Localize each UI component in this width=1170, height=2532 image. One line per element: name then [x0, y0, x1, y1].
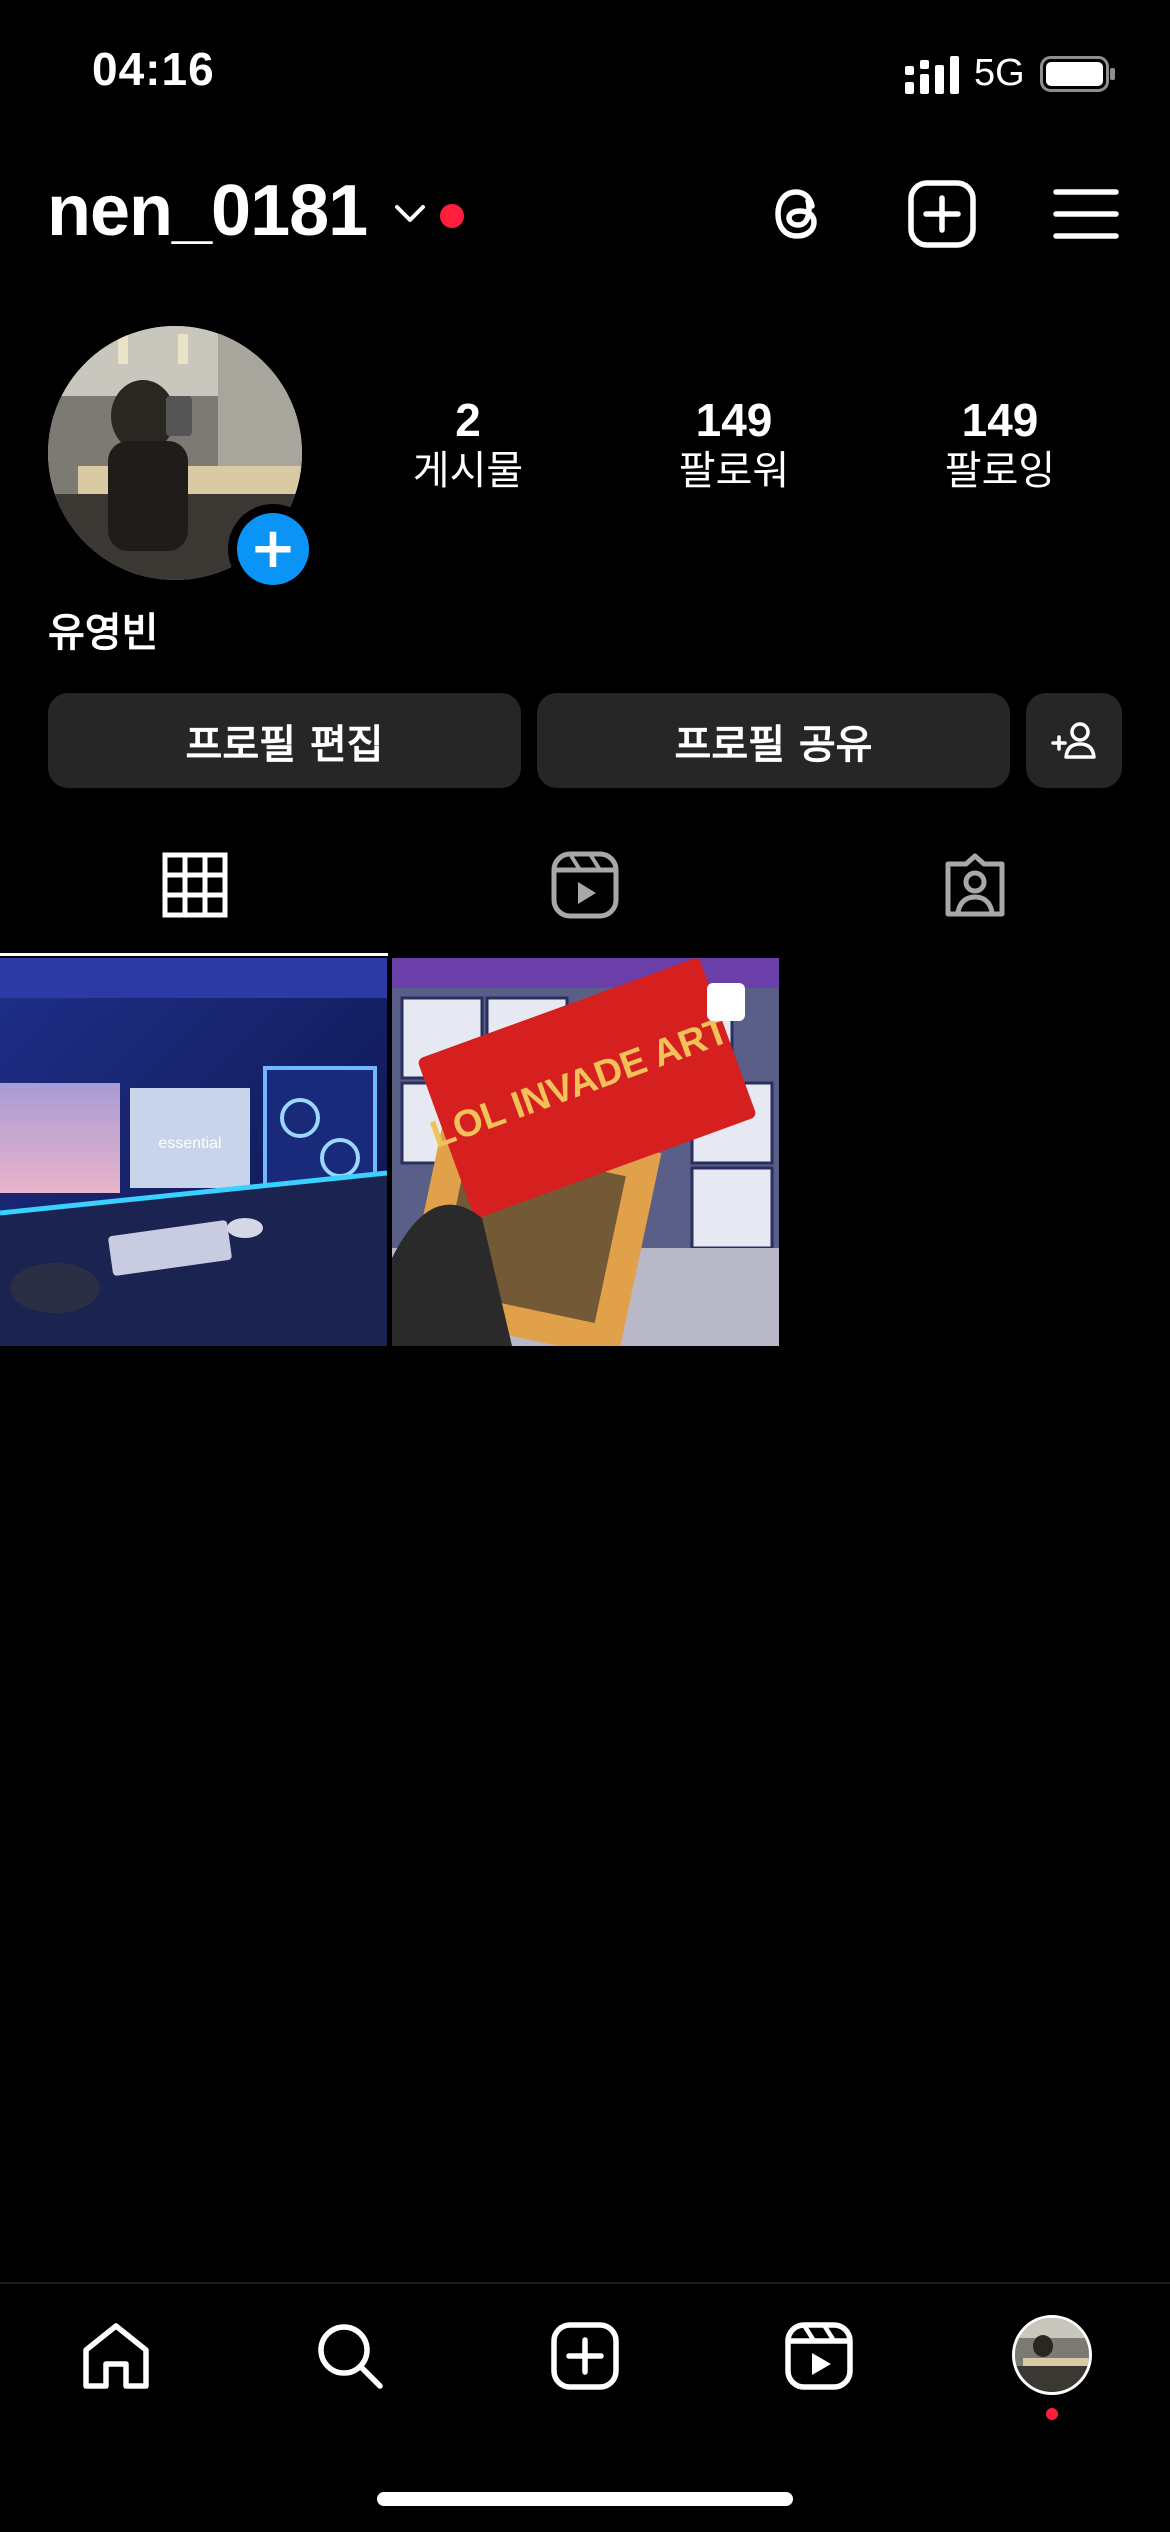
profile-avatar[interactable] — [1012, 2315, 1092, 2395]
signal-icon — [905, 56, 959, 94]
network-type: 5G — [974, 52, 1025, 94]
reels-tab-icon[interactable] — [550, 850, 620, 920]
home-indicator[interactable] — [377, 2492, 793, 2506]
add-story-button[interactable]: + — [228, 504, 318, 594]
threads-icon[interactable] — [760, 176, 836, 252]
battery-icon — [1040, 56, 1115, 92]
stat-posts[interactable]: 2 게시물 — [358, 395, 578, 496]
post-image-text: essential — [158, 1135, 221, 1152]
stat-following[interactable]: 149 팔로잉 — [890, 395, 1110, 496]
username-title[interactable]: nen_0181 — [47, 170, 368, 252]
notification-dot — [1046, 2408, 1058, 2420]
post-thumbnail[interactable]: LOL INVADE ART — [392, 958, 779, 1346]
tagged-icon[interactable] — [940, 850, 1010, 920]
carousel-indicator — [707, 983, 745, 1021]
grid-icon[interactable] — [160, 850, 230, 920]
reels-icon[interactable] — [783, 2320, 855, 2392]
home-icon[interactable] — [80, 2320, 152, 2392]
full-name: 유영빈 — [48, 610, 159, 656]
stat-value: 149 — [961, 394, 1039, 446]
share-profile-button[interactable]: 프로필 공유 — [537, 693, 1010, 788]
create-icon[interactable] — [549, 2320, 621, 2392]
chevron-down-icon[interactable] — [392, 200, 428, 228]
stat-followers[interactable]: 149 팔로워 — [624, 395, 844, 496]
status-time: 04:16 — [92, 43, 215, 95]
avatar-photo — [1015, 2318, 1089, 2392]
stat-label: 팔로잉 — [944, 447, 1056, 494]
notification-dot — [440, 204, 464, 228]
post-image-desk-setup: essential — [0, 958, 387, 1346]
add-person-icon — [1051, 721, 1096, 759]
post-thumbnail[interactable]: essential — [0, 958, 387, 1346]
nav-divider — [0, 2282, 1170, 2284]
edit-profile-button[interactable]: 프로필 편집 — [48, 693, 521, 788]
plus-icon: + — [237, 513, 309, 585]
active-tab-indicator — [0, 953, 388, 956]
stat-label: 게시물 — [412, 447, 524, 494]
stat-label: 팔로워 — [678, 447, 790, 494]
search-icon[interactable] — [314, 2320, 386, 2392]
post-image-lol-ticket: LOL INVADE ART — [392, 958, 779, 1346]
stat-value: 149 — [695, 394, 773, 446]
stat-value: 2 — [455, 394, 481, 446]
menu-icon[interactable] — [1048, 176, 1124, 252]
create-post-icon[interactable] — [904, 176, 980, 252]
discover-people-button[interactable] — [1026, 693, 1122, 788]
